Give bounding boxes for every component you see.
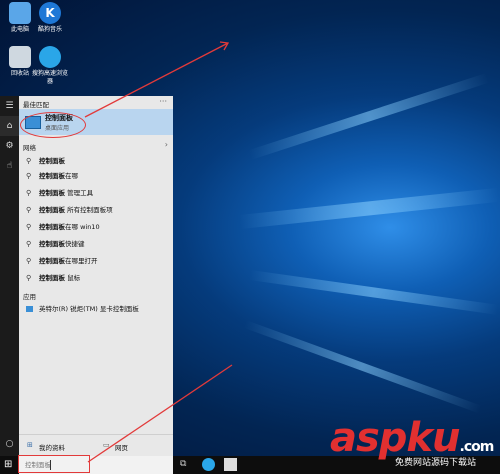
watermark-domain: .com [459, 439, 495, 455]
annotation-arrow-line [87, 364, 233, 463]
annotation-arrows [84, 41, 233, 463]
annotation-arrow-line [84, 42, 229, 118]
watermark-subtitle: 免费网站源码下载站 [395, 458, 477, 468]
